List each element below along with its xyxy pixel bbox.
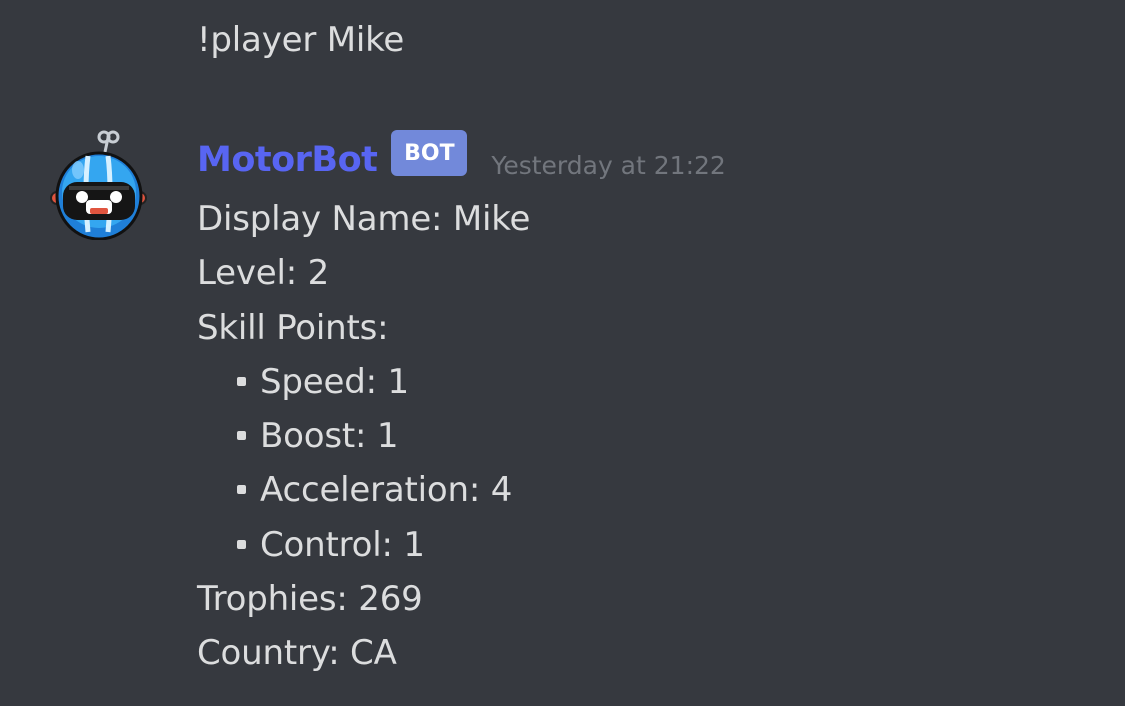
skill-list: Speed: 1 Boost: 1 Acceleration: 4 Contro… <box>197 355 530 572</box>
skill-points-line: Skill Points: <box>197 307 389 348</box>
bot-badge: BOT <box>391 130 468 176</box>
bullet-icon <box>237 485 246 495</box>
display-name-line: Display Name: Mike <box>197 199 531 239</box>
level-line: Level: 2 <box>197 253 330 294</box>
robot-avatar-icon[interactable] <box>50 128 148 241</box>
list-item: Speed: 1 <box>197 355 530 409</box>
bullet-icon <box>237 431 246 441</box>
skill-control: Control: 1 <box>260 524 425 565</box>
list-item: Acceleration: 4 <box>197 463 530 517</box>
message-timestamp[interactable]: Yesterday at 21:22 <box>491 146 725 186</box>
message-header: MotorBot BOT Yesterday at 21:22 <box>197 130 726 190</box>
trophies-line: Trophies: 269 <box>197 579 423 620</box>
bullet-icon <box>237 376 246 386</box>
list-item: Boost: 1 <box>197 409 530 463</box>
bullet-icon <box>237 539 246 549</box>
previous-message-text: !player Mike <box>197 20 405 60</box>
message-content: Display Name: Mike Level: 2 Skill Points… <box>197 192 530 681</box>
skill-speed: Speed: 1 <box>260 361 409 402</box>
chat-view: !player Mike MotorBot BOT Yesterday at 2… <box>0 0 1125 706</box>
skill-acceleration: Acceleration: 4 <box>260 470 513 511</box>
skill-boost: Boost: 1 <box>260 416 399 457</box>
author-username[interactable]: MotorBot <box>197 130 378 190</box>
country-line: Country: CA <box>197 633 397 674</box>
list-item: Control: 1 <box>197 518 530 572</box>
